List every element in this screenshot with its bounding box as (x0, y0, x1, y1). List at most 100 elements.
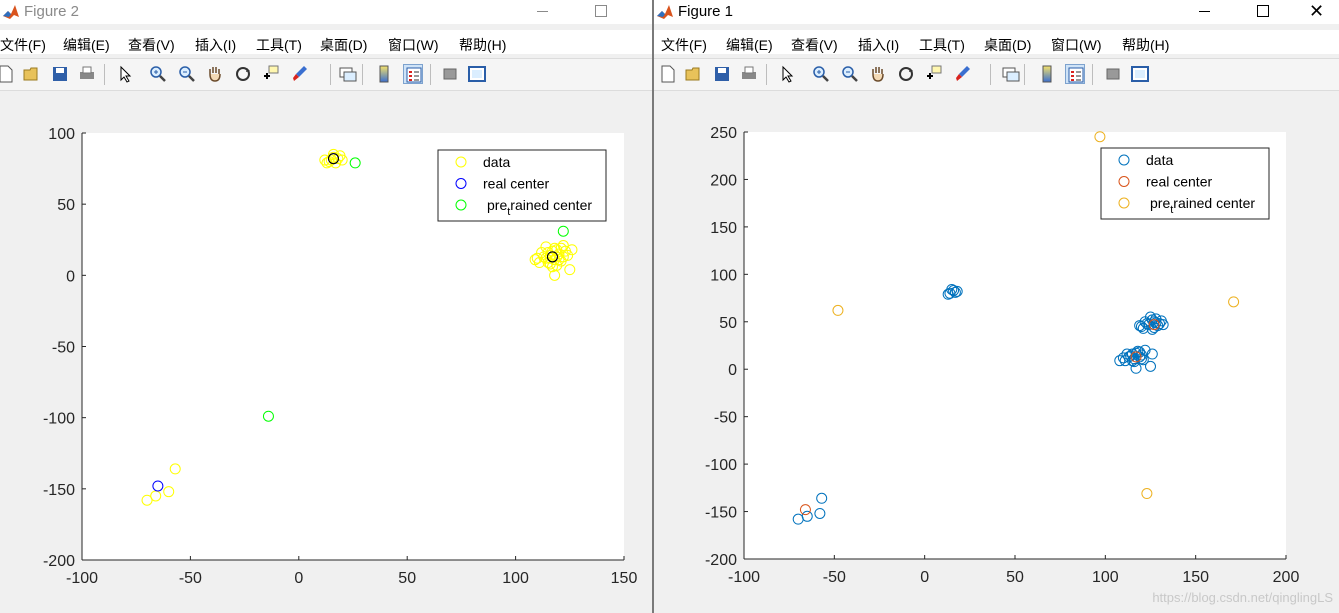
y-tick-label: 0 (66, 268, 75, 285)
new-figure-button[interactable] (658, 64, 678, 84)
x-tick-label: -100 (728, 569, 760, 586)
save-icon (53, 67, 67, 81)
minimize-button[interactable] (1182, 0, 1228, 24)
legend-button[interactable] (403, 64, 423, 84)
legend-label: data (1146, 152, 1173, 168)
toolbar-separator (430, 64, 431, 85)
rotate-3d-button[interactable] (896, 64, 916, 84)
y-tick-label: -200 (705, 552, 737, 569)
print-button[interactable] (77, 64, 97, 84)
close-icon: ✕ (1309, 1, 1325, 21)
save-button[interactable] (712, 64, 732, 84)
colorbar-icon (379, 65, 389, 83)
figure-toolbar (0, 58, 652, 91)
maximize-button[interactable] (1240, 0, 1286, 24)
maximize-button[interactable] (578, 0, 624, 24)
new-figure-button[interactable] (0, 64, 16, 84)
colorbar-button[interactable] (374, 64, 394, 84)
toolbar-separator (104, 64, 105, 85)
pan-hand-icon (209, 67, 221, 82)
menu-desktop[interactable]: 桌面(D) (984, 35, 1031, 55)
title-bar: Figure 2 (0, 0, 652, 24)
menu-file[interactable]: 文件(F) (661, 35, 707, 55)
minimize-button[interactable] (520, 0, 566, 24)
y-tick-label: 50 (719, 315, 737, 332)
x-tick-label: 200 (1273, 569, 1300, 586)
x-tick-label: 150 (611, 570, 638, 587)
toolbar-separator (1024, 64, 1025, 85)
menu-edit[interactable]: 编辑(E) (63, 35, 110, 55)
edit-plot-arrow-button[interactable] (115, 64, 135, 84)
menu-view[interactable]: 查看(V) (791, 35, 838, 55)
hide-plot-tools-button[interactable] (440, 64, 460, 84)
brush-button[interactable] (953, 64, 973, 84)
maximize-icon (1257, 5, 1269, 17)
menu-insert[interactable]: 插入(I) (195, 35, 236, 55)
x-tick-label: -100 (66, 570, 98, 587)
pan-hand-button[interactable] (868, 64, 888, 84)
menu-tools[interactable]: 工具(T) (256, 35, 302, 55)
pan-hand-icon (872, 67, 884, 82)
x-tick-label: 100 (502, 570, 529, 587)
legend[interactable]: datareal centerpretrained center (437, 149, 607, 222)
window-title: Figure 1 (678, 3, 734, 20)
menu-window[interactable]: 窗口(W) (388, 35, 439, 55)
close-button[interactable]: ✕ (1297, 0, 1339, 24)
menu-help[interactable]: 帮助(H) (1122, 35, 1169, 55)
print-button[interactable] (739, 64, 759, 84)
zoom-out-button[interactable] (177, 64, 197, 84)
y-tick-label: 150 (710, 220, 737, 237)
show-plot-tools-button[interactable] (467, 64, 487, 84)
menu-window[interactable]: 窗口(W) (1051, 35, 1102, 55)
menu-file[interactable]: 文件(F) (0, 35, 46, 55)
show-plot-tools-icon (1131, 66, 1149, 82)
legend[interactable]: datareal centerpretrained center (1100, 147, 1270, 220)
y-tick-label: 100 (48, 126, 75, 143)
x-tick-label: 150 (1182, 569, 1209, 586)
pan-hand-button[interactable] (205, 64, 225, 84)
open-file-button[interactable] (684, 64, 704, 84)
menu-help[interactable]: 帮助(H) (459, 35, 506, 55)
menu-edit[interactable]: 编辑(E) (726, 35, 773, 55)
legend-label: data (483, 154, 510, 170)
plot-area: -100 -50 0 50 100 150 200 250 200 150 100 50 0 -50 -10… (654, 92, 1339, 613)
y-tick-label: -150 (43, 482, 75, 499)
y-tick-label: -100 (705, 457, 737, 474)
y-tick-label: -100 (43, 411, 75, 428)
watermark-text: https://blog.csdn.net/qinglingLS (1152, 590, 1333, 605)
menu-view[interactable]: 查看(V) (128, 35, 175, 55)
x-tick-label: 50 (398, 570, 416, 587)
minimize-icon (1199, 11, 1210, 12)
new-figure-icon (0, 65, 13, 83)
zoom-in-button[interactable] (148, 64, 168, 84)
y-tick-label: 100 (710, 267, 737, 284)
link-plot-button[interactable] (338, 64, 358, 84)
y-tick-label: -50 (52, 340, 75, 357)
x-tick-label: 0 (920, 569, 929, 586)
brush-button[interactable] (290, 64, 310, 84)
menu-tools[interactable]: 工具(T) (919, 35, 965, 55)
print-icon (742, 66, 756, 79)
legend-icon (1068, 67, 1084, 83)
show-plot-tools-button[interactable] (1130, 64, 1150, 84)
hide-plot-tools-button[interactable] (1103, 64, 1123, 84)
menu-insert[interactable]: 插入(I) (858, 35, 899, 55)
title-bar: Figure 1 ✕ (654, 0, 1339, 24)
open-file-button[interactable] (22, 64, 42, 84)
save-button[interactable] (50, 64, 70, 84)
plot-area: -100 -50 0 50 100 150 100 50 0 -50 -100 -150 -200 dat… (0, 92, 652, 613)
edit-plot-arrow-button[interactable] (777, 64, 797, 84)
zoom-out-button[interactable] (840, 64, 860, 84)
print-icon (80, 66, 94, 79)
data-cursor-button[interactable] (261, 64, 281, 84)
zoom-in-icon (150, 66, 166, 82)
colorbar-button[interactable] (1037, 64, 1057, 84)
rotate-3d-button[interactable] (233, 64, 253, 84)
legend-icon (406, 67, 422, 83)
menu-desktop[interactable]: 桌面(D) (320, 35, 367, 55)
zoom-in-button[interactable] (811, 64, 831, 84)
link-plot-button[interactable] (1001, 64, 1021, 84)
data-cursor-button[interactable] (924, 64, 944, 84)
legend-button[interactable] (1065, 64, 1085, 84)
matlab-logo-icon (3, 5, 19, 19)
